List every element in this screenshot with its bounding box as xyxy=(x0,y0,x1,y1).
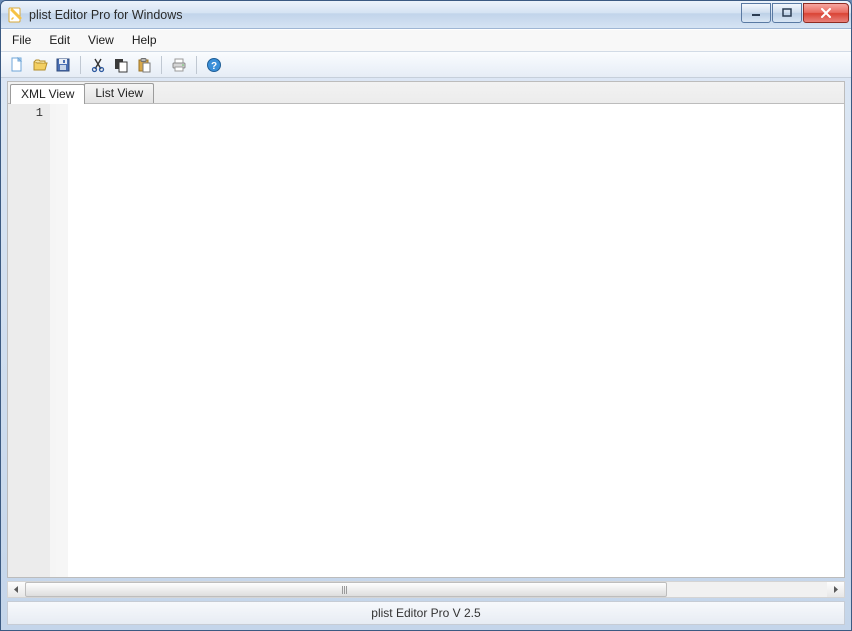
copy-icon xyxy=(113,57,129,73)
content-area: XML View List View 1 xyxy=(7,81,845,578)
tabstrip: XML View List View xyxy=(7,81,845,103)
chevron-left-icon xyxy=(13,586,20,593)
maximize-icon xyxy=(782,8,792,18)
editor-body[interactable] xyxy=(68,104,844,577)
toolbar-separator xyxy=(80,56,81,74)
status-text: plist Editor Pro V 2.5 xyxy=(371,606,480,620)
menu-view[interactable]: View xyxy=(79,30,123,51)
help-button[interactable]: ? xyxy=(204,55,224,75)
paste-icon xyxy=(136,57,152,73)
open-file-button[interactable] xyxy=(30,55,50,75)
menu-file[interactable]: File xyxy=(3,30,40,51)
scrollbar-thumb[interactable] xyxy=(25,582,667,597)
toolbar-separator xyxy=(161,56,162,74)
app-icon xyxy=(7,7,23,23)
copy-button[interactable] xyxy=(111,55,131,75)
menu-edit[interactable]: Edit xyxy=(40,30,79,51)
menu-help[interactable]: Help xyxy=(123,30,166,51)
scroll-left-button[interactable] xyxy=(8,582,25,597)
tab-xml-view[interactable]: XML View xyxy=(10,84,85,104)
toolbar-separator xyxy=(196,56,197,74)
line-number: 1 xyxy=(36,106,43,120)
close-icon xyxy=(820,8,832,18)
new-file-icon xyxy=(9,57,25,73)
window-controls xyxy=(741,3,849,23)
print-button[interactable] xyxy=(169,55,189,75)
scrollbar-track[interactable] xyxy=(25,582,827,597)
cut-icon xyxy=(90,57,106,73)
menubar: File Edit View Help xyxy=(1,29,851,51)
horizontal-scrollbar[interactable] xyxy=(7,581,845,598)
scroll-right-button[interactable] xyxy=(827,582,844,597)
editor[interactable]: 1 xyxy=(7,103,845,578)
tab-list-view[interactable]: List View xyxy=(84,83,154,103)
cut-button[interactable] xyxy=(88,55,108,75)
line-gutter: 1 xyxy=(8,104,56,577)
help-icon: ? xyxy=(206,57,222,73)
paste-button[interactable] xyxy=(134,55,154,75)
save-button[interactable] xyxy=(53,55,73,75)
minimize-icon xyxy=(751,8,761,18)
chevron-right-icon xyxy=(832,586,839,593)
toolbar: ? xyxy=(1,51,851,78)
statusbar: plist Editor Pro V 2.5 xyxy=(7,601,845,625)
new-file-button[interactable] xyxy=(7,55,27,75)
minimize-button[interactable] xyxy=(741,3,771,23)
save-icon xyxy=(55,57,71,73)
svg-text:?: ? xyxy=(211,61,217,72)
titlebar[interactable]: plist Editor Pro for Windows xyxy=(1,1,851,29)
close-button[interactable] xyxy=(803,3,849,23)
window-title: plist Editor Pro for Windows xyxy=(29,8,741,22)
print-icon xyxy=(171,57,187,73)
maximize-button[interactable] xyxy=(772,3,802,23)
open-file-icon xyxy=(32,57,48,73)
app-window: plist Editor Pro for Windows File Edit V… xyxy=(0,0,852,631)
fold-gutter xyxy=(56,104,68,577)
